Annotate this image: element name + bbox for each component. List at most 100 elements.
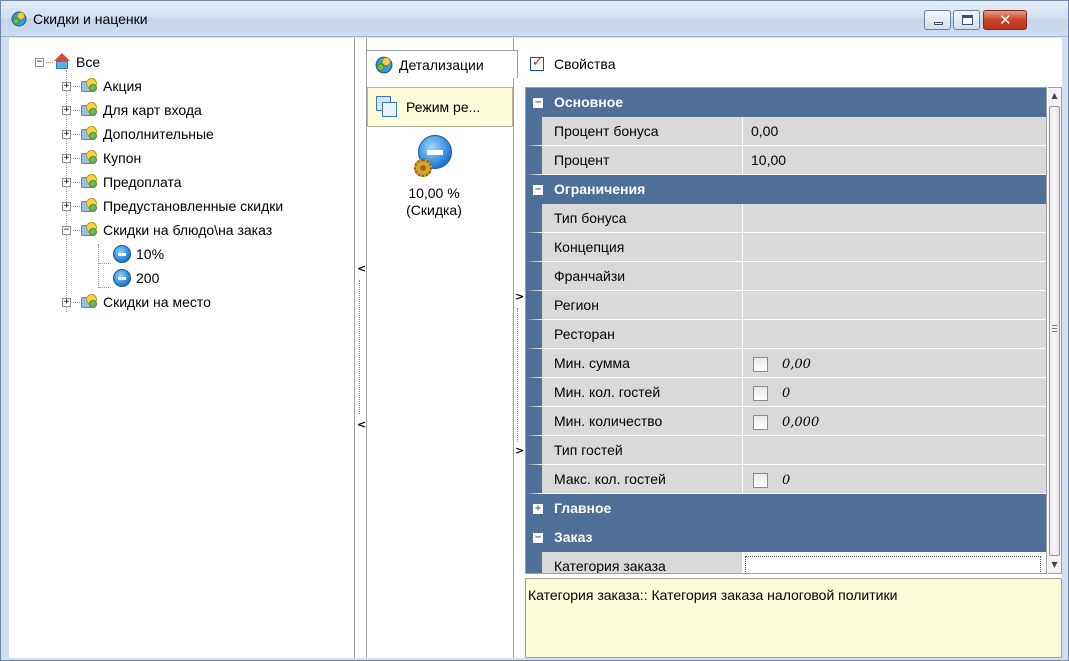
discount-group-icon — [80, 150, 98, 166]
property-value[interactable]: 0,000 — [742, 407, 1046, 436]
collapse-icon[interactable]: − — [533, 98, 543, 108]
category-main[interactable]: − Основное — [526, 88, 1046, 117]
collapse-icon[interactable]: − — [533, 185, 543, 195]
property-value[interactable]: 0 — [742, 465, 1046, 494]
property-value[interactable]: 0,00 — [742, 117, 1046, 146]
property-row-order-category[interactable]: Категория заказа — [526, 552, 1046, 573]
tree-item[interactable]: + Предустановленные скидки — [62, 196, 283, 216]
tab-detail[interactable]: Детализации — [366, 50, 518, 78]
tree-item-root[interactable]: − Все — [35, 52, 100, 72]
minimize-button[interactable] — [924, 10, 951, 30]
collapse-left-arrow-icon[interactable]: < — [357, 418, 366, 431]
property-row-restaurant[interactable]: Ресторан — [526, 320, 1046, 349]
property-value[interactable]: 10,00 — [742, 146, 1046, 175]
property-description: Категория заказа:: Категория заказа нало… — [525, 578, 1062, 658]
expand-icon[interactable]: + — [533, 504, 543, 514]
tab-label: Свойства — [554, 56, 616, 72]
tree-item-child[interactable]: 10% — [113, 244, 164, 264]
expand-icon[interactable]: + — [62, 129, 71, 139]
tree-item-label: 200 — [136, 270, 160, 286]
expand-icon[interactable]: + — [62, 177, 71, 187]
property-row-min-guests[interactable]: Мин. кол. гостей 0 — [526, 378, 1046, 407]
property-value[interactable] — [742, 291, 1046, 320]
collapse-right-arrow-icon[interactable]: > — [515, 290, 524, 303]
expand-icon[interactable]: + — [62, 105, 71, 115]
tree-item-child[interactable]: 200 — [113, 268, 159, 288]
expand-icon[interactable]: + — [62, 81, 71, 91]
close-button[interactable]: ✕ — [983, 10, 1027, 30]
maximize-button[interactable] — [953, 10, 980, 30]
property-label: Мин. сумма — [526, 349, 742, 378]
property-row-concept[interactable]: Концепция — [526, 233, 1046, 262]
pages-icon — [376, 96, 398, 118]
category-label: Основное — [554, 94, 624, 110]
property-value[interactable]: 0 — [742, 378, 1046, 407]
category-general[interactable]: + Главное — [526, 494, 1046, 523]
property-value[interactable] — [742, 320, 1046, 349]
expand-icon[interactable]: + — [62, 297, 71, 307]
scrollbar-thumb[interactable] — [1049, 106, 1060, 556]
property-label: Франчайзи — [526, 262, 742, 291]
property-row-franchise[interactable]: Франчайзи — [526, 262, 1046, 291]
tree-connector — [73, 229, 80, 231]
max-guests-checkbox[interactable] — [753, 472, 768, 488]
expand-icon[interactable]: + — [62, 153, 71, 163]
property-value[interactable] — [742, 552, 1046, 573]
category-limits[interactable]: − Ограничения — [526, 175, 1046, 204]
property-value[interactable]: 0,00 — [742, 349, 1046, 378]
discount-group-icon — [80, 198, 98, 214]
property-value[interactable] — [742, 233, 1046, 262]
min-guests-checkbox[interactable] — [753, 385, 768, 401]
tree-item[interactable]: + Предоплата — [62, 172, 182, 192]
scroll-down-icon[interactable]: ▼ — [1049, 558, 1060, 572]
min-sum-checkbox[interactable] — [753, 356, 768, 372]
tree-item[interactable]: + Купон — [62, 148, 141, 168]
property-row-max-guests[interactable]: Макс. кол. гостей 0 — [526, 465, 1046, 494]
right-splitter[interactable]: > > — [514, 290, 524, 460]
mode-button[interactable]: Режим ре... — [367, 87, 513, 127]
collapse-icon[interactable]: − — [35, 57, 44, 67]
splitter-grip — [517, 308, 518, 442]
property-label: Мин. количество — [526, 407, 742, 436]
expand-icon[interactable]: + — [62, 201, 71, 211]
tree-item[interactable]: + Для карт входа — [62, 100, 202, 120]
tree-item-label: Скидки на место — [103, 294, 211, 310]
property-row-bonus-percent[interactable]: Процент бонуса 0,00 — [526, 117, 1046, 146]
discount-item-type: (Скидка) — [406, 202, 462, 218]
collapse-right-arrow-icon[interactable]: > — [515, 444, 524, 457]
tree-item[interactable]: + Акция — [62, 76, 142, 96]
property-row-min-sum[interactable]: Мин. сумма 0,00 — [526, 349, 1046, 378]
tree-connector — [73, 301, 80, 303]
left-splitter[interactable]: < < — [356, 256, 366, 438]
category-order[interactable]: − Заказ — [526, 523, 1046, 552]
property-row-percent[interactable]: Процент 10,00 — [526, 146, 1046, 175]
collapse-icon[interactable]: − — [62, 225, 71, 235]
discount-group-icon — [80, 294, 98, 310]
scroll-up-icon[interactable]: ▲ — [1049, 89, 1060, 103]
property-row-bonus-type[interactable]: Тип бонуса — [526, 204, 1046, 233]
grid-scrollbar[interactable]: ▲ ▼ — [1048, 87, 1062, 574]
tree-item[interactable]: − Скидки на блюдо\на заказ — [62, 220, 272, 240]
property-value[interactable] — [742, 204, 1046, 233]
property-value[interactable] — [742, 436, 1046, 465]
property-label: Процент — [526, 146, 742, 175]
tab-label: Детализации — [399, 56, 484, 73]
tab-properties[interactable]: Свойства — [526, 50, 615, 78]
min-qty-checkbox[interactable] — [753, 414, 768, 430]
tab-bar: Детализации Свойства — [366, 50, 1062, 78]
tree-item[interactable]: + Дополнительные — [62, 124, 214, 144]
collapse-icon[interactable]: − — [533, 533, 543, 543]
property-value[interactable] — [742, 262, 1046, 291]
tree-item-label: Скидки на блюдо\на заказ — [103, 222, 273, 238]
property-row-min-qty[interactable]: Мин. количество 0,000 — [526, 407, 1046, 436]
property-row-region[interactable]: Регион — [526, 291, 1046, 320]
tree-item-label: Предустановленные скидки — [103, 198, 284, 214]
property-row-guest-type[interactable]: Тип гостей — [526, 436, 1046, 465]
tree-item[interactable]: + Скидки на место — [62, 292, 211, 312]
discount-item[interactable]: 10,00 % (Скидка) — [384, 135, 484, 219]
discount-icon — [113, 245, 131, 263]
mode-button-label: Режим ре... — [406, 99, 481, 115]
title-bar[interactable]: Скидки и наценки ✕ — [1, 1, 1068, 37]
discount-item-value: 10,00 % — [408, 185, 460, 201]
collapse-left-arrow-icon[interactable]: < — [357, 262, 366, 275]
